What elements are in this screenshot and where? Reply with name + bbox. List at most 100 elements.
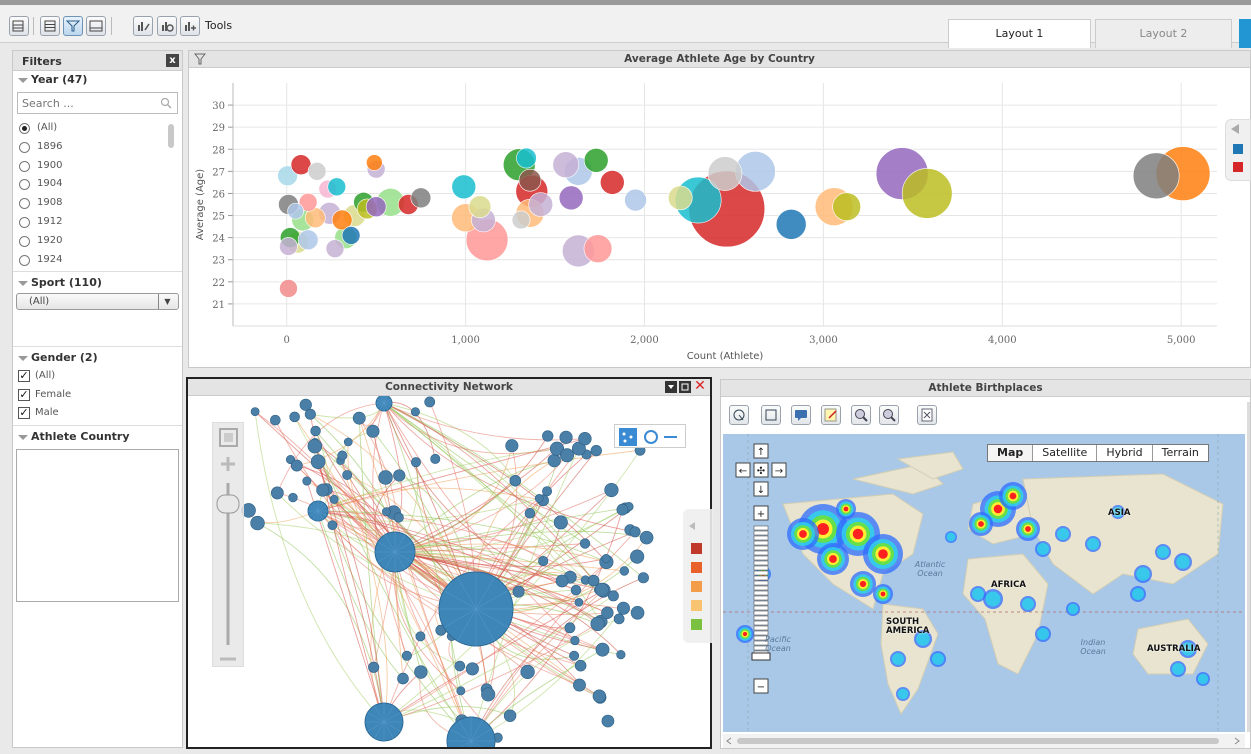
year-option[interactable]: 1908	[13, 194, 182, 213]
network-node[interactable]	[592, 689, 606, 703]
network-node[interactable]	[366, 424, 380, 438]
network-node[interactable]	[307, 438, 323, 454]
zoom-step[interactable]	[753, 590, 769, 596]
network-node[interactable]	[590, 445, 602, 457]
scatter-point[interactable]	[583, 148, 609, 173]
scatter-point[interactable]	[624, 188, 647, 212]
chart-settings-button[interactable]	[157, 16, 177, 36]
network-node[interactable]	[342, 470, 353, 480]
edit-tool-button[interactable]	[821, 405, 841, 425]
scatter-point[interactable]	[307, 162, 327, 181]
scatter-point[interactable]	[516, 147, 537, 169]
network-node[interactable]	[595, 642, 610, 657]
zoom-step[interactable]	[753, 530, 769, 536]
zoom-step[interactable]	[753, 615, 769, 621]
network-node[interactable]	[368, 661, 380, 673]
scatter-point[interactable]	[518, 168, 542, 192]
network-node[interactable]	[555, 574, 569, 588]
scatter-point[interactable]	[297, 229, 319, 251]
network-node[interactable]	[316, 483, 330, 497]
scatter-point[interactable]	[365, 196, 387, 218]
gender-option-all[interactable]: ✓ (All)	[13, 367, 182, 386]
network-node[interactable]	[578, 432, 592, 446]
network-node[interactable]	[304, 408, 316, 420]
network-node[interactable]	[393, 469, 406, 482]
network-node[interactable]	[512, 585, 525, 598]
network-node[interactable]	[629, 526, 641, 538]
window-button[interactable]	[86, 16, 106, 36]
scatter-point[interactable]	[775, 209, 807, 240]
scatter-point[interactable]	[325, 239, 345, 258]
network-node[interactable]	[520, 664, 535, 680]
scatter-point[interactable]	[667, 185, 693, 211]
network-node[interactable]	[414, 665, 428, 679]
network-node[interactable]	[270, 486, 284, 500]
scatter-point[interactable]	[707, 156, 743, 191]
network-node[interactable]	[590, 616, 605, 631]
athlete-country-section-header[interactable]: Athlete Country	[13, 428, 182, 446]
year-option[interactable]: 1904	[13, 175, 182, 194]
map-type-hybrid[interactable]: Hybrid	[1097, 445, 1153, 461]
network-node[interactable]	[630, 605, 645, 620]
node-view-button[interactable]	[619, 428, 637, 446]
map-horizontal-scrollbar[interactable]	[723, 734, 1245, 748]
network-node[interactable]	[337, 450, 348, 461]
maximize-icon[interactable]	[679, 381, 691, 393]
year-option[interactable]: 1900	[13, 157, 182, 176]
gender-section-header[interactable]: Gender (2)	[13, 349, 182, 367]
scatter-point[interactable]	[901, 168, 953, 219]
network-node[interactable]	[481, 687, 496, 702]
network-node[interactable]	[570, 584, 582, 596]
year-list-scrollbar[interactable]	[168, 124, 174, 148]
network-node[interactable]	[401, 650, 412, 661]
network-node[interactable]	[616, 601, 630, 615]
scatter-point[interactable]	[287, 202, 304, 220]
network-node[interactable]	[570, 635, 580, 646]
select-tool-button[interactable]	[729, 405, 749, 425]
scatter-point[interactable]	[511, 210, 531, 230]
network-node[interactable]	[542, 486, 553, 497]
scatter-point[interactable]	[279, 279, 298, 298]
filter-toggle-button[interactable]	[63, 16, 83, 36]
network-node[interactable]	[630, 549, 645, 564]
year-section-header[interactable]: Year (47)	[13, 71, 182, 89]
network-node[interactable]	[604, 482, 619, 498]
network-node[interactable]	[378, 470, 393, 485]
gender-option-female[interactable]: ✓ Female	[13, 386, 182, 405]
network-node[interactable]	[327, 520, 338, 531]
network-node[interactable]	[393, 512, 404, 523]
zoom-step[interactable]	[753, 535, 769, 541]
filters-close-button[interactable]: x	[166, 54, 179, 67]
scatter-chart[interactable]: 0 1,000 2,000 3,000 4,000 5,000 21 22 23 24 25 26 27…	[189, 69, 1250, 367]
zoom-step[interactable]	[753, 555, 769, 561]
circle-layout-icon[interactable]	[644, 430, 658, 444]
network-node[interactable]	[415, 631, 426, 642]
network-node[interactable]	[534, 494, 544, 503]
network-node[interactable]	[343, 437, 353, 447]
tools-label[interactable]: Tools	[205, 19, 232, 32]
network-node[interactable]	[424, 396, 436, 408]
network-node[interactable]	[587, 574, 600, 587]
network-node[interactable]	[607, 590, 619, 602]
zoom-step[interactable]	[753, 600, 769, 606]
network-node[interactable]	[329, 494, 339, 504]
network-node[interactable]	[410, 407, 420, 417]
network-node[interactable]	[542, 430, 554, 442]
network-node[interactable]	[310, 425, 321, 437]
close-icon[interactable]: ✕	[694, 379, 706, 393]
athlete-country-list[interactable]	[16, 448, 179, 602]
network-node[interactable]	[573, 678, 586, 692]
zoom-step[interactable]	[753, 595, 769, 601]
zoom-step[interactable]	[753, 550, 769, 556]
year-option[interactable]: 1924	[13, 251, 182, 270]
network-node[interactable]	[524, 508, 536, 519]
scatter-point[interactable]	[1132, 152, 1180, 200]
add-chart-button[interactable]	[180, 16, 200, 36]
comment-tool-button[interactable]	[791, 405, 811, 425]
year-option[interactable]: 1896	[13, 138, 182, 157]
year-search-input[interactable]	[18, 93, 148, 113]
scatter-point[interactable]	[279, 237, 298, 256]
scatter-point[interactable]	[832, 192, 861, 222]
network-node[interactable]	[560, 448, 575, 463]
tab-layout-2[interactable]: Layout 2	[1095, 19, 1232, 48]
